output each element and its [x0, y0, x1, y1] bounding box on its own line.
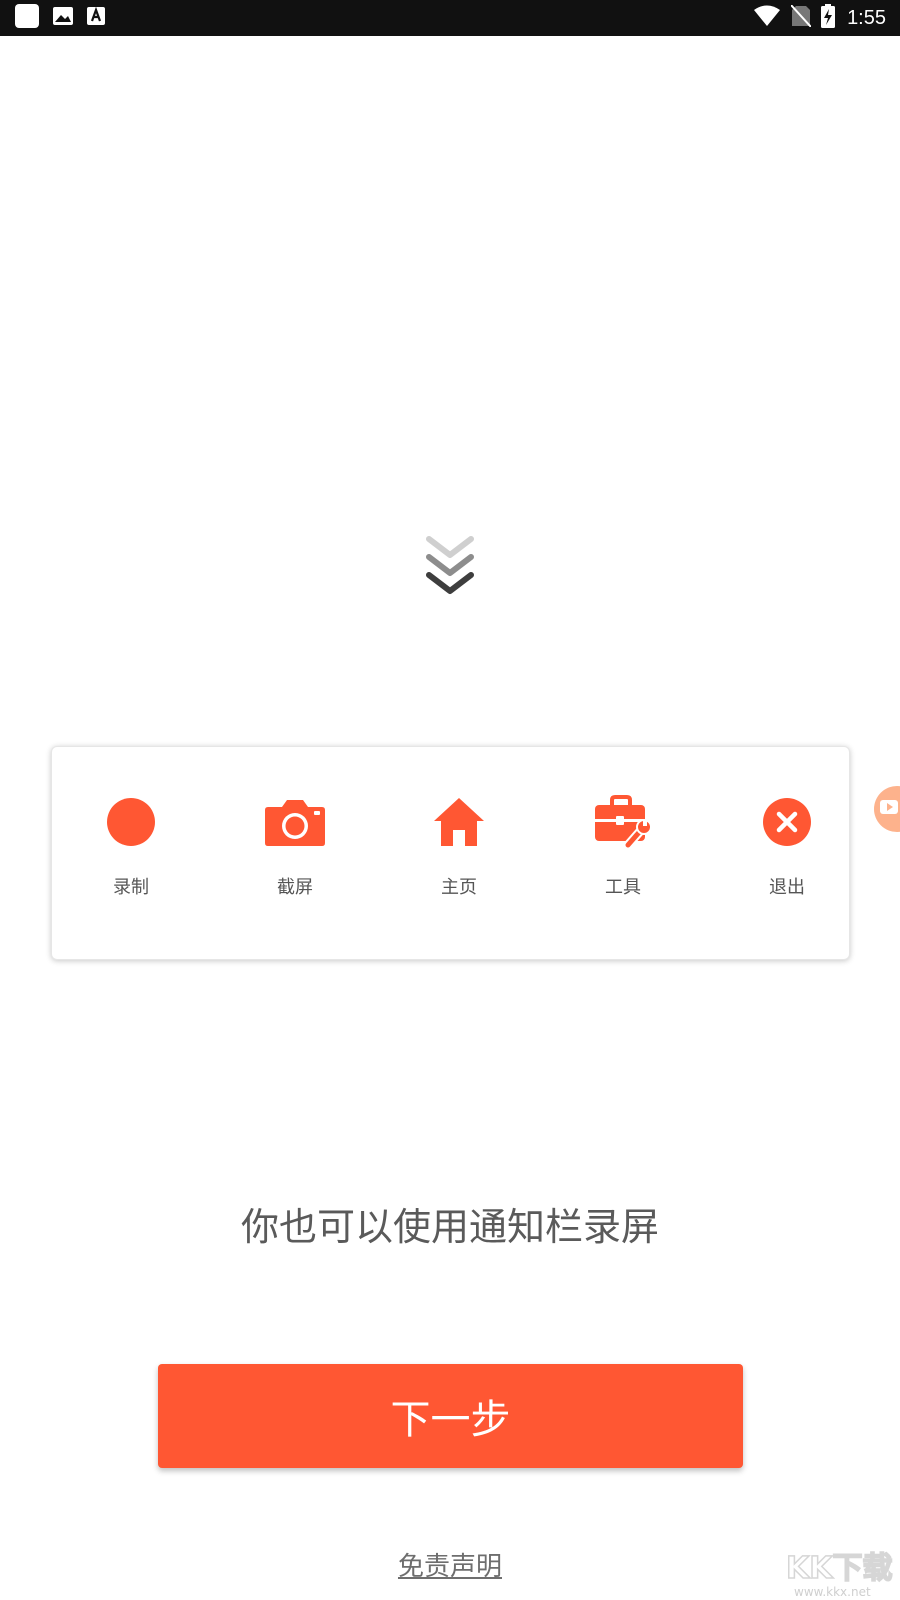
video-play-icon — [880, 799, 898, 819]
panel-item-label: 录制 — [113, 877, 149, 898]
image-icon — [52, 6, 74, 30]
watermark-logo: KK下载 www.kkx.net — [782, 1542, 900, 1600]
status-bar-right: 1:55 — [753, 4, 886, 32]
panel-item-label: 主页 — [441, 877, 477, 898]
no-sim-icon — [790, 4, 812, 31]
battery-charging-icon — [821, 4, 836, 32]
wifi-icon — [753, 5, 781, 31]
status-bar: 1:55 — [0, 0, 900, 36]
toolbox-icon — [592, 791, 654, 853]
screen: 1:55 录制 截屏 主页 工具 退出 你也可以使用通知栏录屏 下一步 免责声明… — [0, 0, 900, 1600]
status-bar-clock: 1:55 — [847, 6, 886, 29]
close-circle-icon — [756, 791, 818, 853]
home-icon — [428, 791, 490, 853]
next-step-button[interactable]: 下一步 — [158, 1364, 743, 1468]
chevrons-down-icon — [425, 535, 475, 599]
panel-item-exit[interactable]: 退出 — [737, 791, 837, 901]
panel-item-label: 退出 — [769, 877, 805, 898]
record-dot-icon — [100, 791, 162, 853]
text-a-icon — [86, 6, 106, 30]
app-square-icon — [14, 3, 40, 33]
floating-ball[interactable] — [874, 786, 900, 832]
panel-item-screenshot[interactable]: 截屏 — [245, 791, 345, 901]
panel-item-record[interactable]: 录制 — [81, 791, 181, 901]
camera-icon — [264, 791, 326, 853]
disclaimer-link[interactable]: 免责声明 — [0, 1546, 900, 1583]
notification-panel-preview: 录制 截屏 主页 工具 退出 — [51, 746, 850, 960]
hint-text: 你也可以使用通知栏录屏 — [240, 1205, 659, 1249]
panel-item-home[interactable]: 主页 — [409, 791, 509, 901]
status-bar-left — [14, 3, 106, 33]
svg-text:KK下载: KK下载 — [786, 1551, 893, 1586]
panel-item-tools[interactable]: 工具 — [573, 791, 673, 901]
panel-item-label: 工具 — [605, 877, 641, 898]
panel-item-label: 截屏 — [277, 877, 313, 898]
svg-text:www.kkx.net: www.kkx.net — [794, 1585, 871, 1599]
